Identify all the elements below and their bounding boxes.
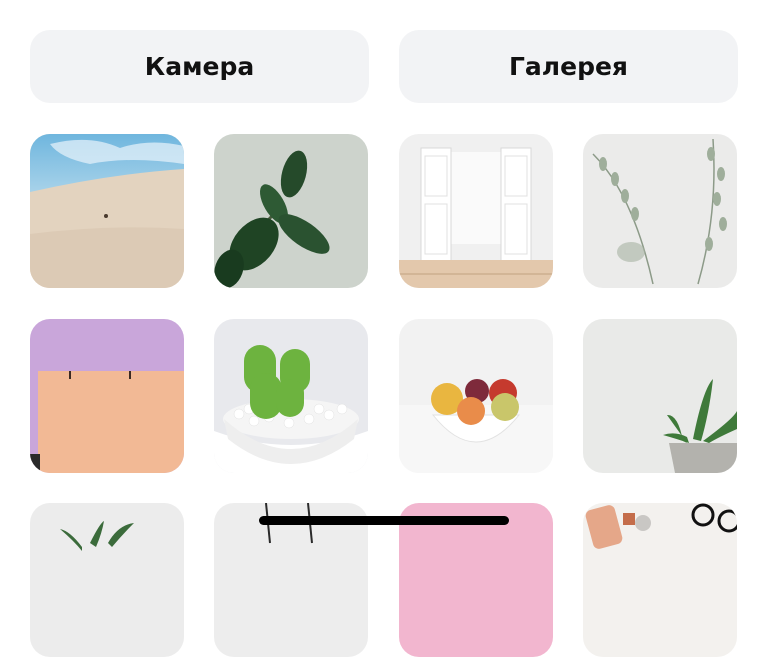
gallery-button[interactable]: Галерея — [399, 30, 738, 103]
eucalyptus-branches-photo[interactable] — [583, 134, 737, 288]
home-indicator[interactable] — [259, 516, 509, 525]
pink-backdrop-photo[interactable] — [399, 503, 553, 657]
fruit-bowl-photo[interactable] — [399, 319, 553, 473]
rubber-plant-photo[interactable] — [214, 134, 368, 288]
peach-wall-lilac-sky-photo[interactable] — [30, 319, 184, 473]
white-doors-room-photo[interactable] — [399, 134, 553, 288]
gallery-button-label: Галерея — [509, 52, 628, 81]
camera-button[interactable]: Камера — [30, 30, 369, 103]
flatlay-accessories-photo[interactable] — [583, 503, 737, 657]
succulent-pot-photo[interactable] — [583, 319, 737, 473]
palm-leaf-photo[interactable] — [30, 503, 184, 657]
camera-button-label: Камера — [144, 52, 255, 81]
cactus-pot-photo[interactable] — [214, 319, 368, 473]
hanging-wire-photo[interactable] — [214, 503, 368, 657]
desert-dune-photo[interactable] — [30, 134, 184, 288]
